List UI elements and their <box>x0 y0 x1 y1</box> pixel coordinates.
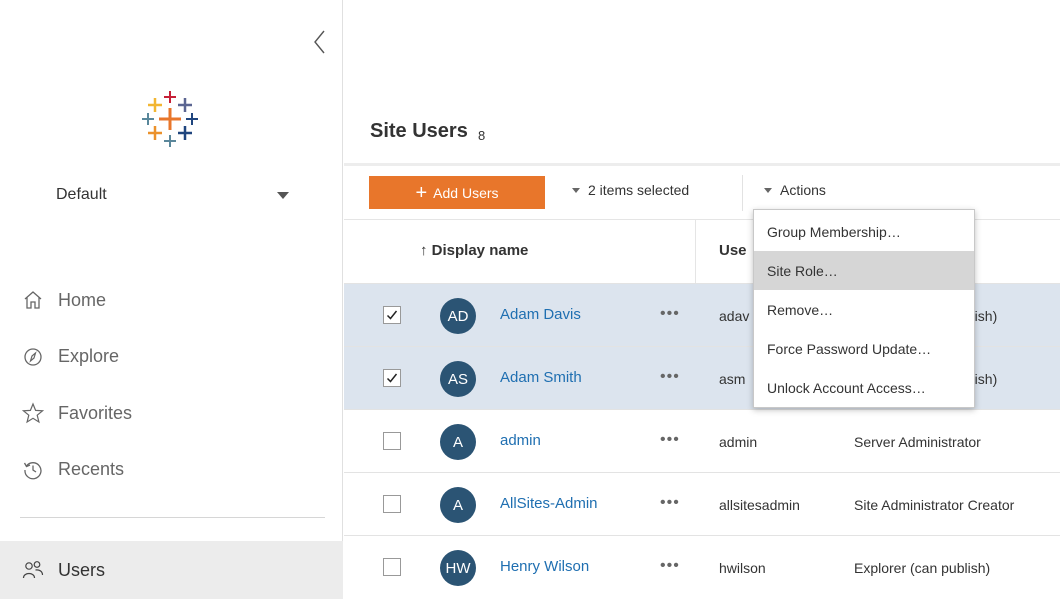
toolbar-separator <box>742 175 743 211</box>
add-users-label: Add Users <box>433 184 499 201</box>
nav-divider <box>20 517 325 518</box>
collapse-sidebar-button[interactable] <box>310 28 330 56</box>
compass-icon <box>22 346 44 368</box>
user-name-link[interactable]: AllSites-Admin <box>500 495 598 512</box>
more-actions-button[interactable]: ••• <box>660 494 680 512</box>
actions-label: Actions <box>780 182 826 198</box>
avatar: A <box>440 487 476 523</box>
caret-down-icon <box>764 187 772 193</box>
sidebar-item-users[interactable]: Users <box>0 541 343 599</box>
column-header-display-name[interactable]: ↑ Display name <box>420 242 528 259</box>
sidebar-item-label: Favorites <box>58 402 133 423</box>
user-count-badge: 8 <box>478 128 486 143</box>
actions-menu: Group Membership… Site Role… Remove… For… <box>753 209 975 408</box>
table-row[interactable]: HW Henry Wilson ••• hwilson Explorer (ca… <box>344 535 1060 598</box>
users-icon <box>22 559 44 581</box>
chevron-left-icon <box>314 30 325 54</box>
row-checkbox[interactable] <box>383 495 401 513</box>
user-login: admin <box>719 434 758 450</box>
selection-dropdown[interactable]: 2 items selected <box>572 182 689 198</box>
sidebar-item-recents[interactable]: Recents <box>0 442 343 499</box>
sidebar-item-label: Recents <box>58 459 125 480</box>
user-login: hwilson <box>719 560 766 576</box>
user-name-link[interactable]: Adam Davis <box>500 306 581 323</box>
column-header-username[interactable]: Use <box>719 242 747 259</box>
more-actions-button[interactable]: ••• <box>660 557 680 575</box>
actions-dropdown[interactable]: Actions <box>764 182 826 198</box>
history-icon <box>22 459 44 481</box>
checkmark-icon <box>386 310 398 320</box>
page-title: Site Users <box>370 120 468 142</box>
site-name: Default <box>56 186 107 203</box>
sidebar-item-home[interactable]: Home <box>0 272 343 329</box>
avatar: A <box>440 424 476 460</box>
user-site-role: Server Administrator <box>854 434 981 450</box>
checkmark-icon <box>386 373 398 383</box>
user-login: allsitesadmin <box>719 497 800 513</box>
caret-down-icon <box>277 191 289 199</box>
menu-item-force-password-update[interactable]: Force Password Update… <box>754 329 974 368</box>
add-users-button[interactable]: + Add Users <box>369 176 545 209</box>
table-row[interactable]: A admin ••• admin Server Administrator <box>344 409 1060 472</box>
row-checkbox[interactable] <box>383 306 401 324</box>
more-actions-button[interactable]: ••• <box>660 368 680 386</box>
user-site-role: Site Administrator Creator <box>854 497 1015 513</box>
more-actions-button[interactable]: ••• <box>660 305 680 323</box>
menu-item-unlock-account-access[interactable]: Unlock Account Access… <box>754 368 974 407</box>
tableau-logo <box>140 89 200 149</box>
home-icon <box>22 289 44 311</box>
row-checkbox[interactable] <box>383 432 401 450</box>
menu-item-remove[interactable]: Remove… <box>754 290 974 329</box>
sidebar-item-label: Users <box>58 559 106 580</box>
sidebar-item-label: Explore <box>58 346 120 367</box>
user-name-link[interactable]: Henry Wilson <box>500 558 589 575</box>
more-actions-button[interactable]: ••• <box>660 431 680 449</box>
column-separator <box>695 220 696 283</box>
menu-item-site-role[interactable]: Site Role… <box>754 251 974 290</box>
user-login: asm <box>719 371 746 387</box>
user-name-link[interactable]: Adam Smith <box>500 369 582 386</box>
menu-item-group-membership[interactable]: Group Membership… <box>754 212 974 251</box>
sidebar-nav: Home Explore Favorites Recents <box>0 272 343 498</box>
selection-count: 2 items selected <box>588 182 690 198</box>
user-site-role: Explorer (can publish) <box>854 560 991 576</box>
site-selector[interactable]: Default <box>56 180 296 210</box>
caret-down-icon <box>572 187 580 193</box>
divider <box>344 163 1060 166</box>
tableau-logo-icon <box>142 91 198 147</box>
user-login: adav <box>719 308 750 324</box>
table-row[interactable]: A AllSites-Admin ••• allsitesadmin Site … <box>344 472 1060 535</box>
avatar: HW <box>440 550 476 586</box>
user-name-link[interactable]: admin <box>500 432 541 449</box>
sidebar-item-favorites[interactable]: Favorites <box>0 385 343 442</box>
sidebar-item-explore[interactable]: Explore <box>0 329 343 386</box>
avatar: AS <box>440 361 476 397</box>
row-checkbox[interactable] <box>383 369 401 387</box>
avatar: AD <box>440 298 476 334</box>
sidebar-item-label: Home <box>58 289 107 310</box>
star-icon <box>22 402 44 424</box>
row-checkbox[interactable] <box>383 558 401 576</box>
plus-icon: + <box>415 181 428 204</box>
sidebar: Default Home Explore Favorites Recents U… <box>0 0 343 599</box>
